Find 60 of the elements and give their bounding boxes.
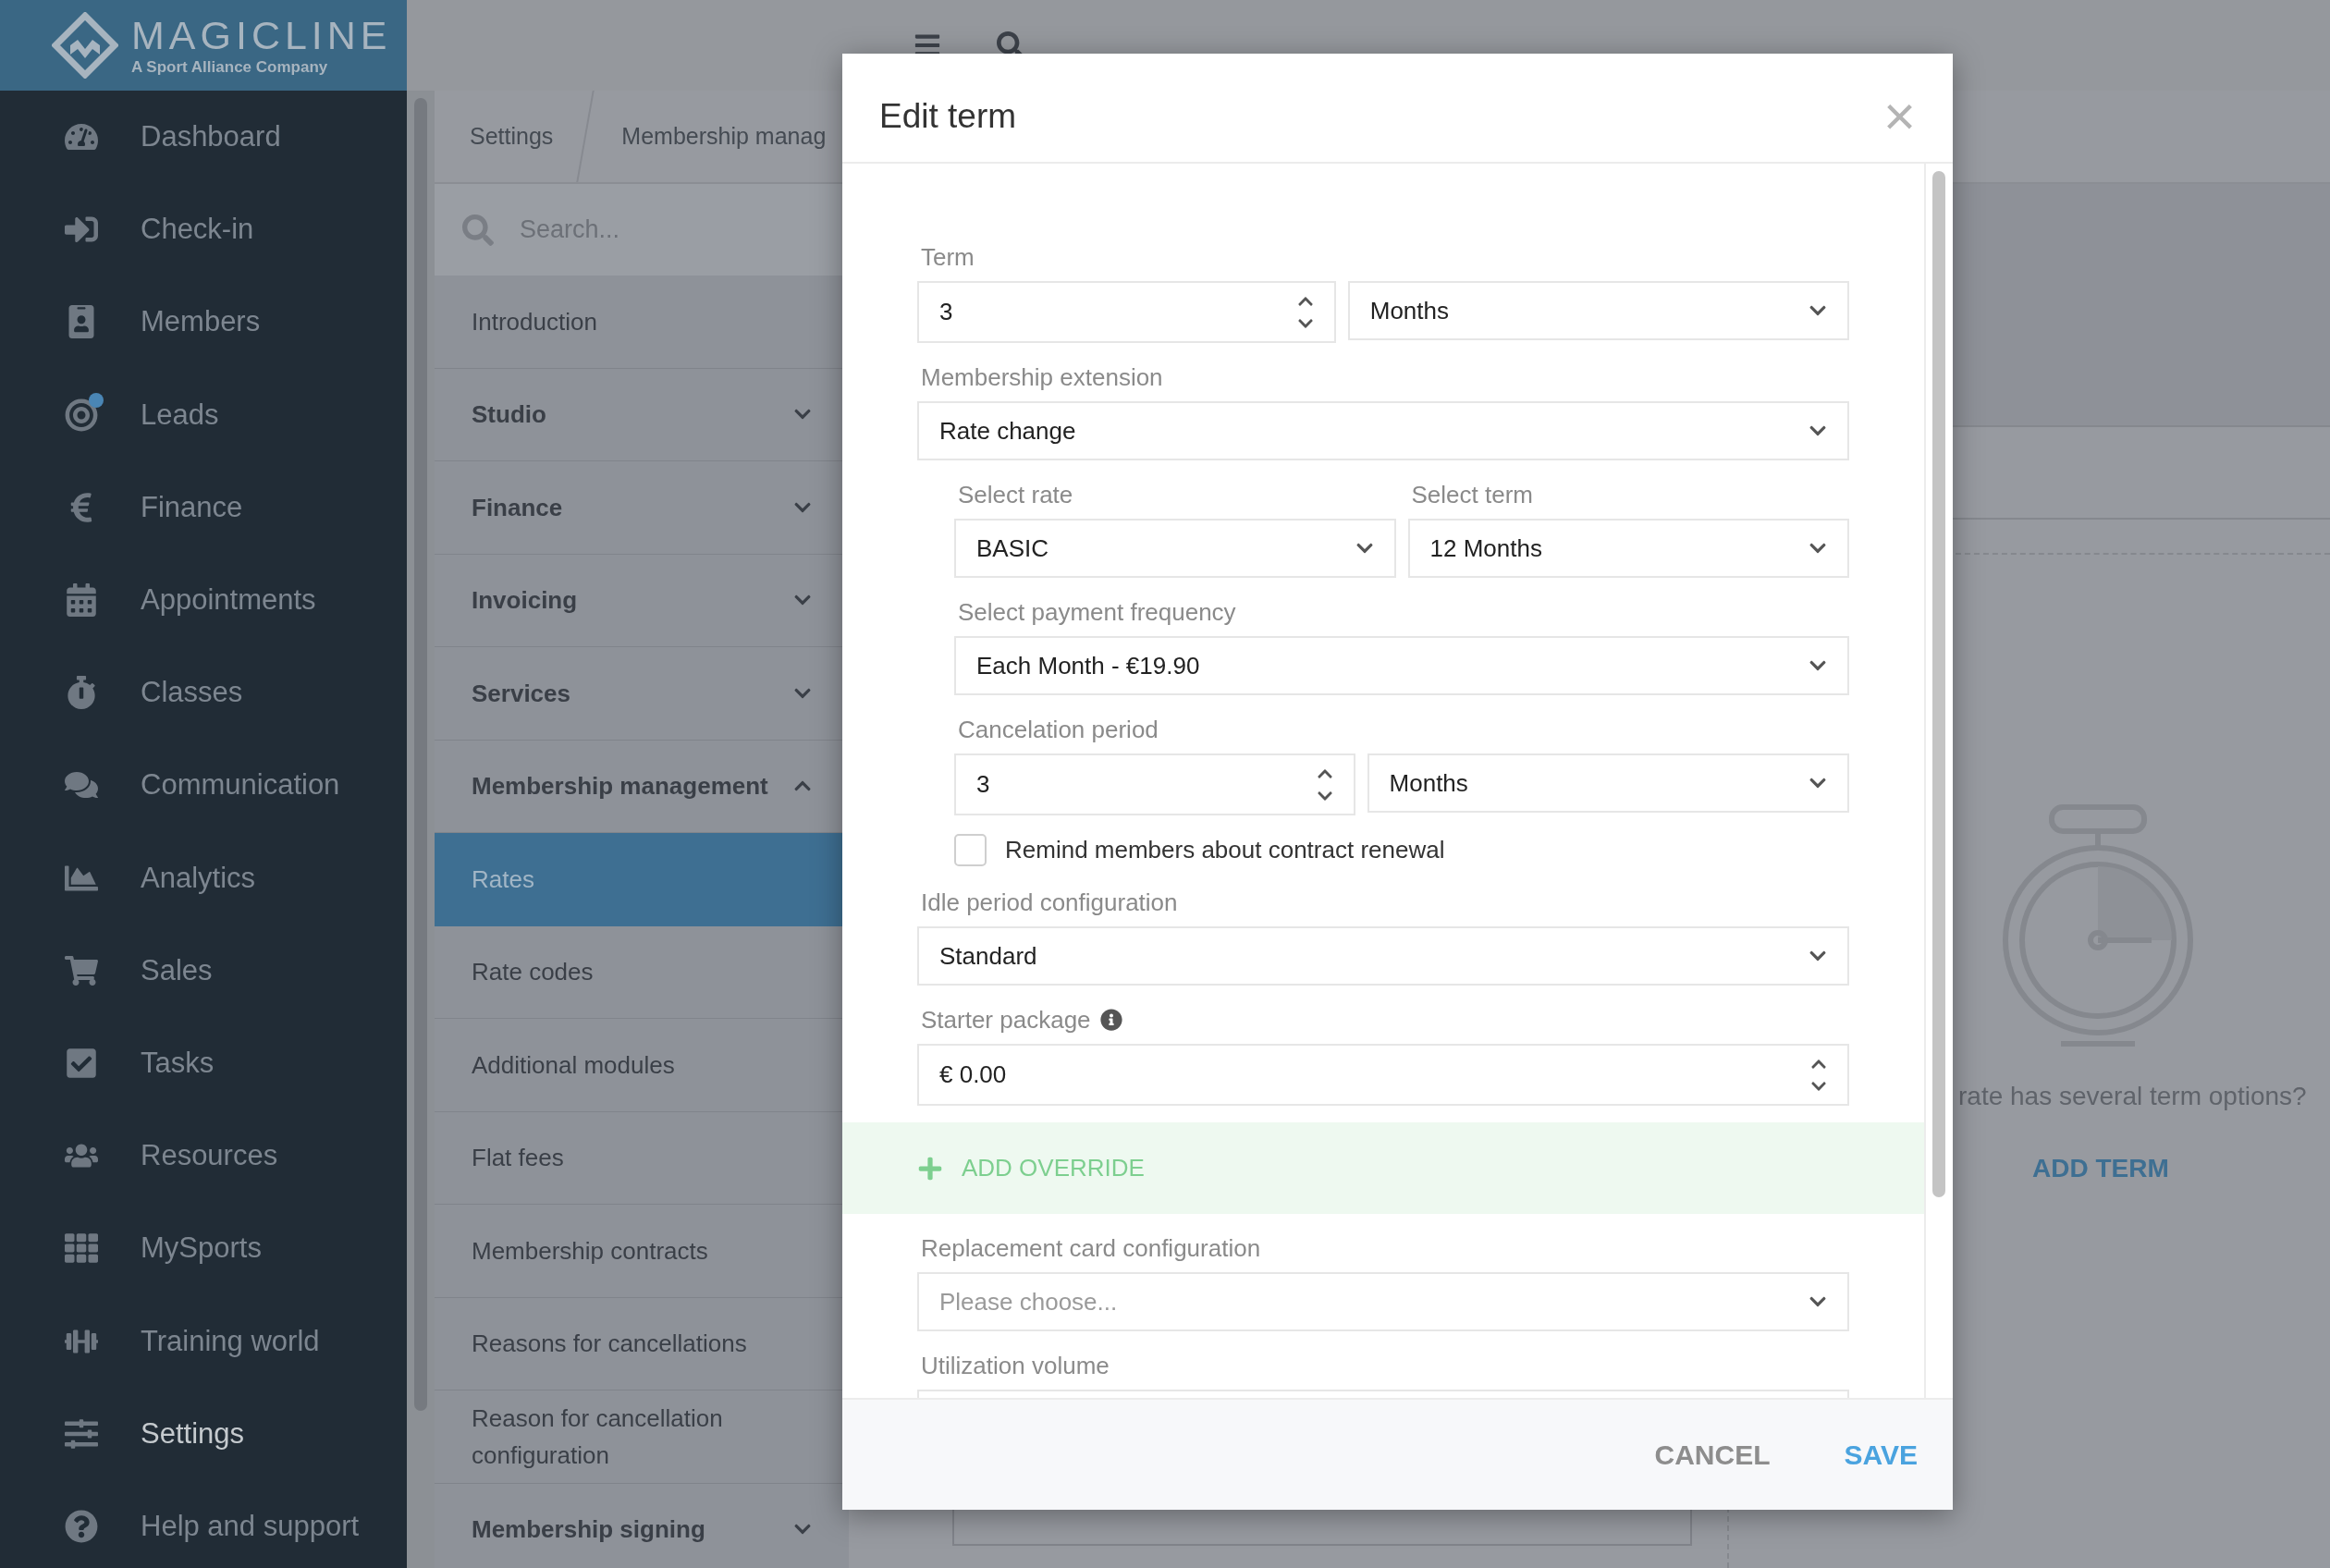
cancel-button[interactable]: CANCEL: [1654, 1433, 1771, 1476]
sidebar-item[interactable]: Leads: [0, 368, 407, 461]
field-label: Cancelation period: [958, 715, 1159, 745]
sidebar-item[interactable]: MySports: [0, 1202, 407, 1295]
field-label: Utilization volume: [921, 1351, 1110, 1381]
sliders-icon: [65, 1416, 98, 1451]
sidebar-item[interactable]: Settings: [0, 1387, 407, 1480]
sidebar-item[interactable]: Appointments: [0, 553, 407, 647]
sidebar-item[interactable]: Classes: [0, 646, 407, 740]
select-field[interactable]: Months: [1347, 281, 1849, 340]
field-label: Membership extension: [921, 362, 1164, 393]
brand-name: MAGICLINE: [131, 13, 392, 57]
field-label: Replacement card configuration: [921, 1233, 1262, 1264]
sidebar-item[interactable]: Training world: [0, 1294, 407, 1388]
empty-state-text: rate has several term options?: [1958, 1082, 2308, 1111]
sidebar-item[interactable]: Analytics: [0, 831, 407, 925]
number-field[interactable]: 3: [954, 753, 1355, 815]
sidebar-item[interactable]: Communication: [0, 739, 407, 832]
save-button[interactable]: SAVE: [1844, 1433, 1918, 1476]
search-icon: [462, 214, 494, 246]
dialog-title: Edit term: [879, 96, 1017, 136]
field-label: Starter package: [921, 1005, 1091, 1035]
field-label: Term: [921, 242, 975, 273]
select-field[interactable]: Standard: [917, 926, 1849, 986]
target-icon: [65, 398, 98, 432]
select-field[interactable]: Rate change: [917, 401, 1849, 460]
plus-icon: [917, 1155, 943, 1182]
breadcrumb-link[interactable]: Settings: [435, 91, 585, 182]
sidebar-item[interactable]: Sales: [0, 924, 407, 1017]
sidebar-item[interactable]: Members: [0, 276, 407, 369]
stopwatch-icon: [65, 676, 98, 710]
checked-box-icon: [65, 1046, 98, 1080]
sidebar-item[interactable]: Resources: [0, 1109, 407, 1203]
number-field[interactable]: € 0.00: [917, 1044, 1849, 1106]
sidebar-item[interactable]: Check-in: [0, 183, 407, 276]
brand-tagline: A Sport Alliance Company: [131, 57, 329, 78]
select-field[interactable]: Each Month - €19.90: [954, 636, 1849, 695]
field-label: Select payment frequency: [958, 597, 1237, 628]
field-label: Select term: [1411, 480, 1534, 510]
select-field[interactable]: 12 Months: [1407, 519, 1849, 578]
sidebar-item[interactable]: Dashboard: [0, 91, 407, 184]
logo-icon: [52, 12, 118, 79]
question-icon: [65, 1509, 98, 1543]
info-icon: [1099, 1009, 1122, 1031]
sidebar-item[interactable]: Tasks: [0, 1016, 407, 1110]
dot-grid-icon: [65, 1231, 98, 1266]
field-label: Select rate: [958, 480, 1074, 510]
field-label: Idle period configuration: [921, 888, 1179, 918]
close-button[interactable]: ×: [1882, 88, 1916, 144]
calendar-icon: [65, 583, 98, 618]
select-field[interactable]: Please choose...: [917, 1272, 1849, 1331]
scrollbar-thumb[interactable]: [1932, 171, 1945, 1197]
checkbox-label: Remind members about contract renewal: [1005, 835, 1445, 864]
select-field[interactable]: Months: [1367, 753, 1849, 813]
number-field[interactable]: 3: [917, 281, 1336, 343]
select-field[interactable]: BASIC: [954, 519, 1396, 578]
cart-icon: [65, 953, 98, 987]
sidebar-item[interactable]: Help and support: [0, 1479, 407, 1568]
checkbox[interactable]: [954, 833, 987, 866]
sidebar-item[interactable]: Finance: [0, 460, 407, 554]
